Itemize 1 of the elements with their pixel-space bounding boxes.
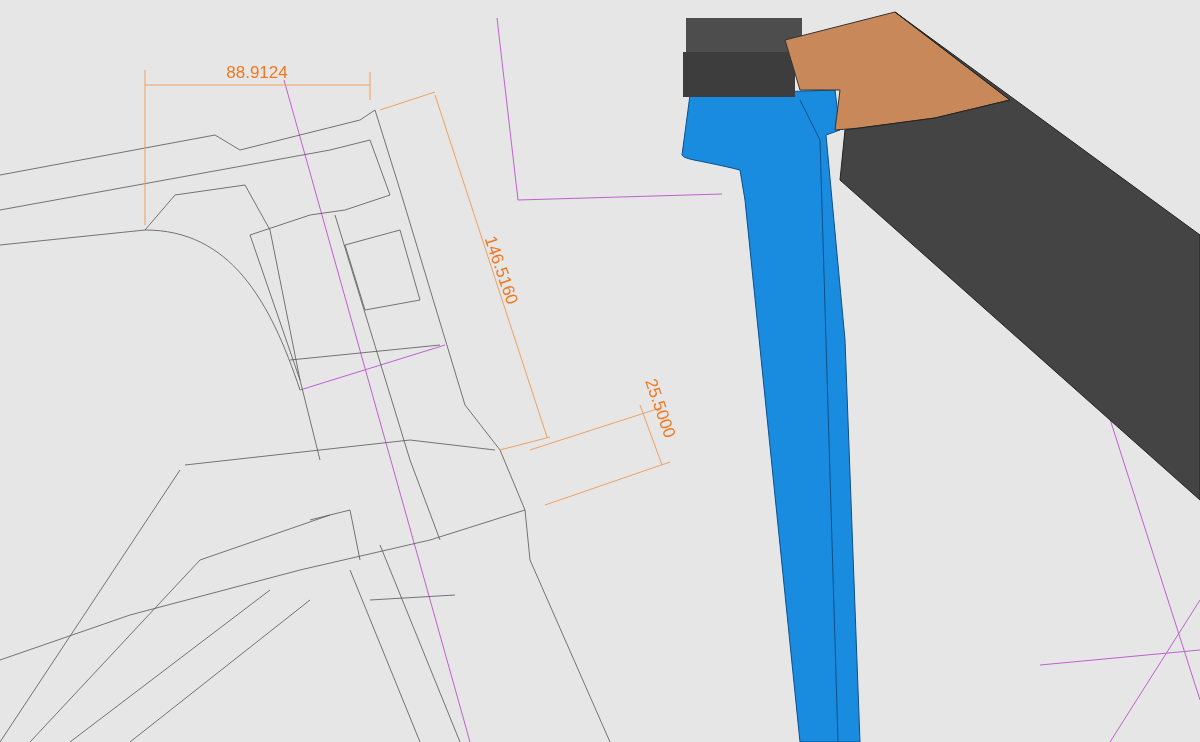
dimension-value: 88.9124 [226,63,288,82]
